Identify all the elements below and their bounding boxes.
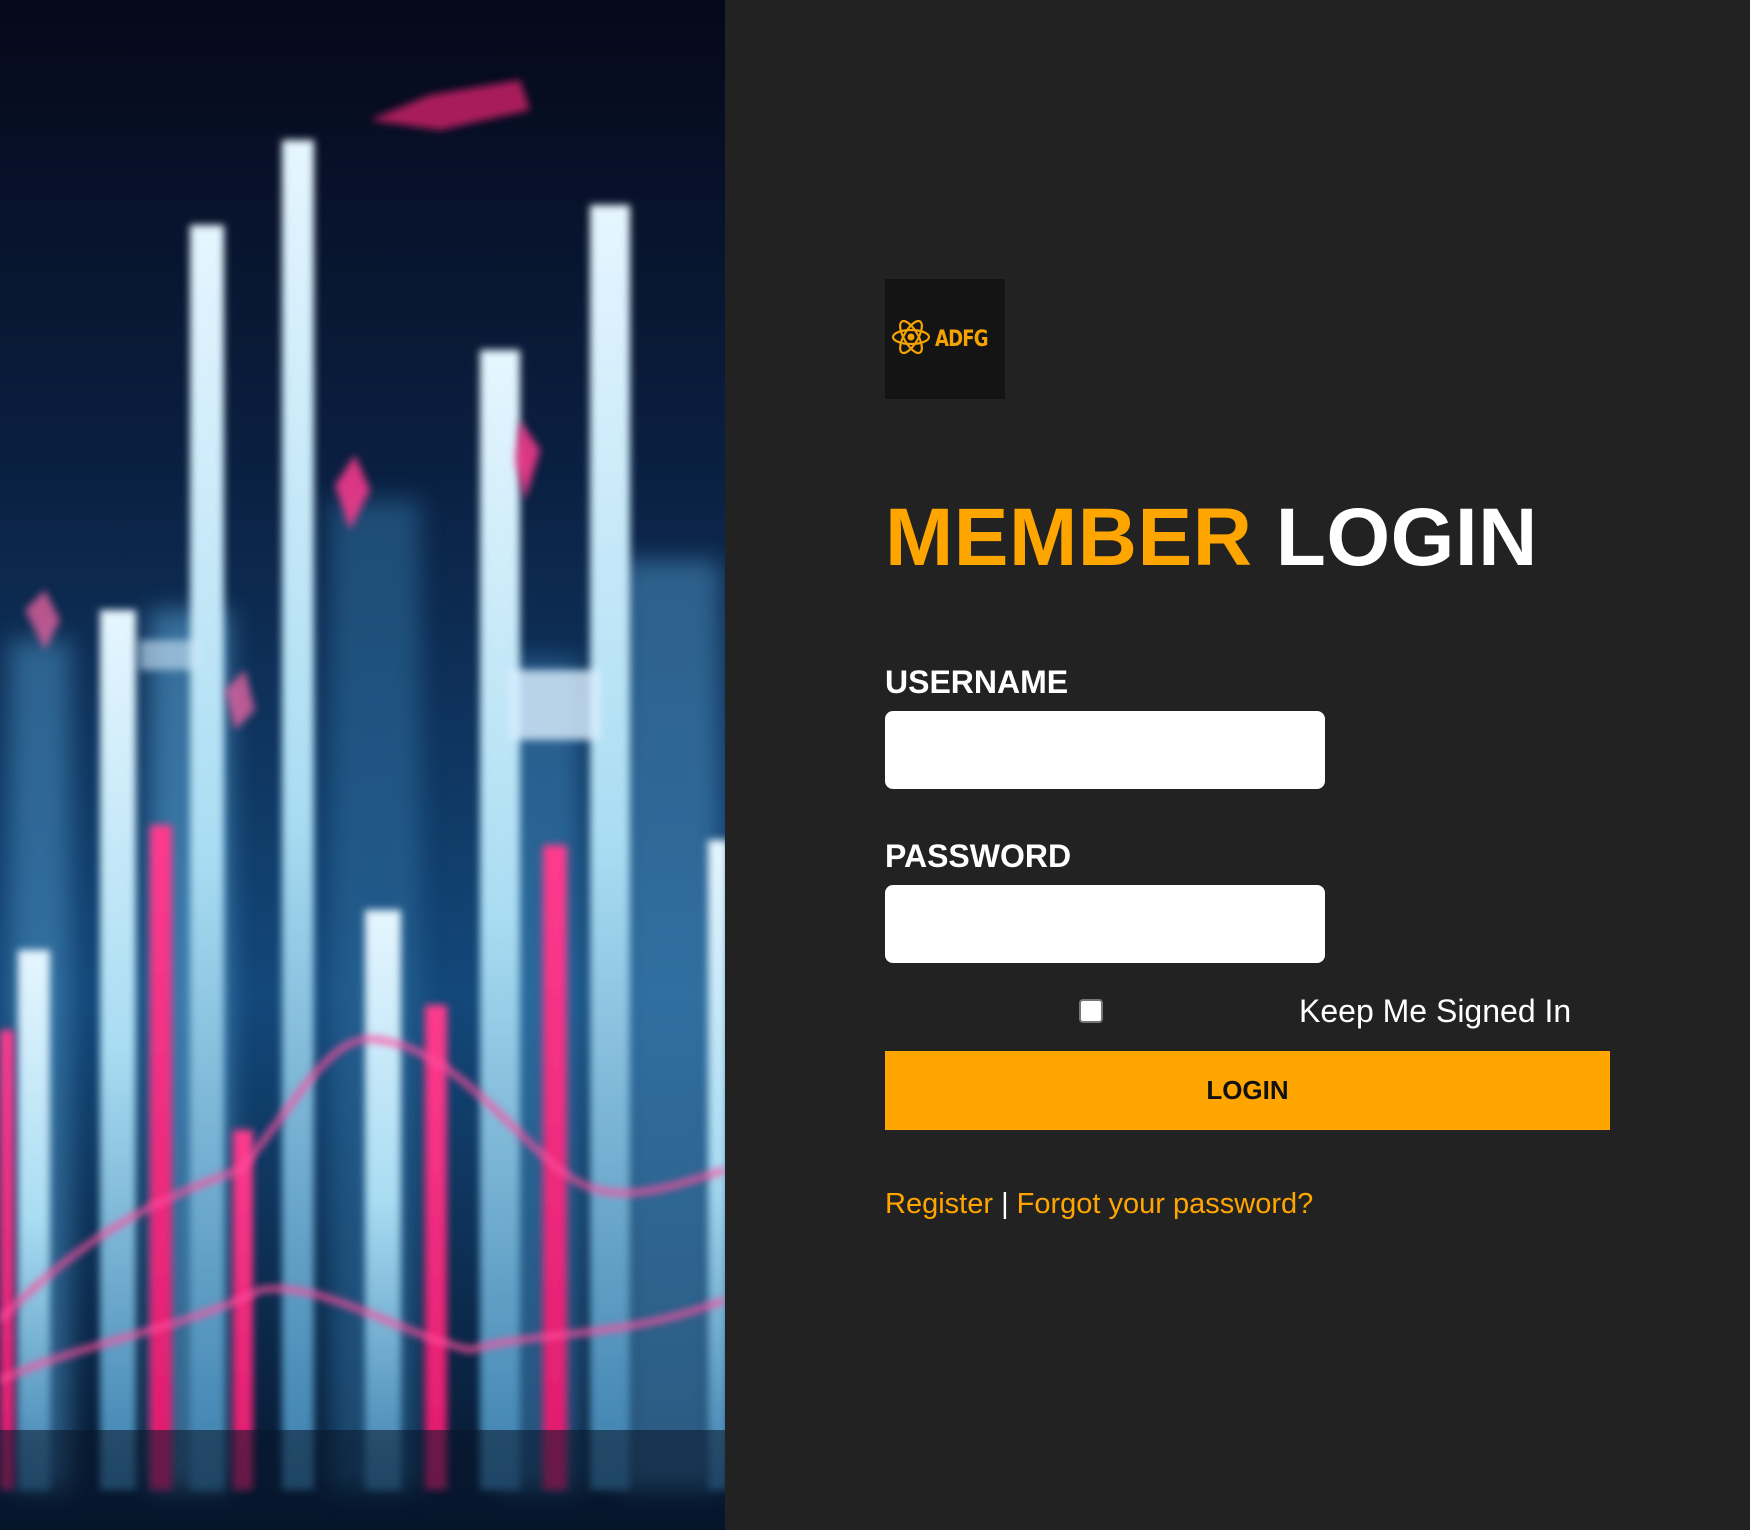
- password-label: PASSWORD: [885, 838, 1072, 874]
- login-button[interactable]: LOGIN: [885, 1051, 1610, 1130]
- link-separator: |: [1001, 1188, 1009, 1220]
- login-page: ADFG MEMBER LOGIN USERNAME PASSWORD Keep…: [0, 0, 1750, 1538]
- register-link[interactable]: Register: [885, 1188, 993, 1220]
- hero-chart-image: [0, 0, 725, 1530]
- title-main: LOGIN: [1275, 492, 1538, 583]
- keep-signed-in-label: Keep Me Signed In: [1299, 993, 1572, 1029]
- password-input[interactable]: [885, 885, 1325, 963]
- atom-icon: [891, 315, 931, 364]
- username-input[interactable]: [885, 711, 1325, 789]
- username-label: USERNAME: [885, 664, 1069, 700]
- account-links: Register | Forgot your password?: [885, 1186, 1313, 1222]
- keep-signed-in-checkbox[interactable]: [1079, 999, 1103, 1023]
- financial-chart-image: [0, 0, 725, 1530]
- login-panel: ADFG MEMBER LOGIN USERNAME PASSWORD Keep…: [725, 0, 1750, 1530]
- company-logo: ADFG: [885, 279, 1005, 399]
- title-accent: MEMBER: [885, 492, 1253, 583]
- forgot-password-link[interactable]: Forgot your password?: [1017, 1188, 1314, 1220]
- page-title: MEMBER LOGIN: [885, 490, 1538, 586]
- logo-text: ADFG: [934, 326, 989, 352]
